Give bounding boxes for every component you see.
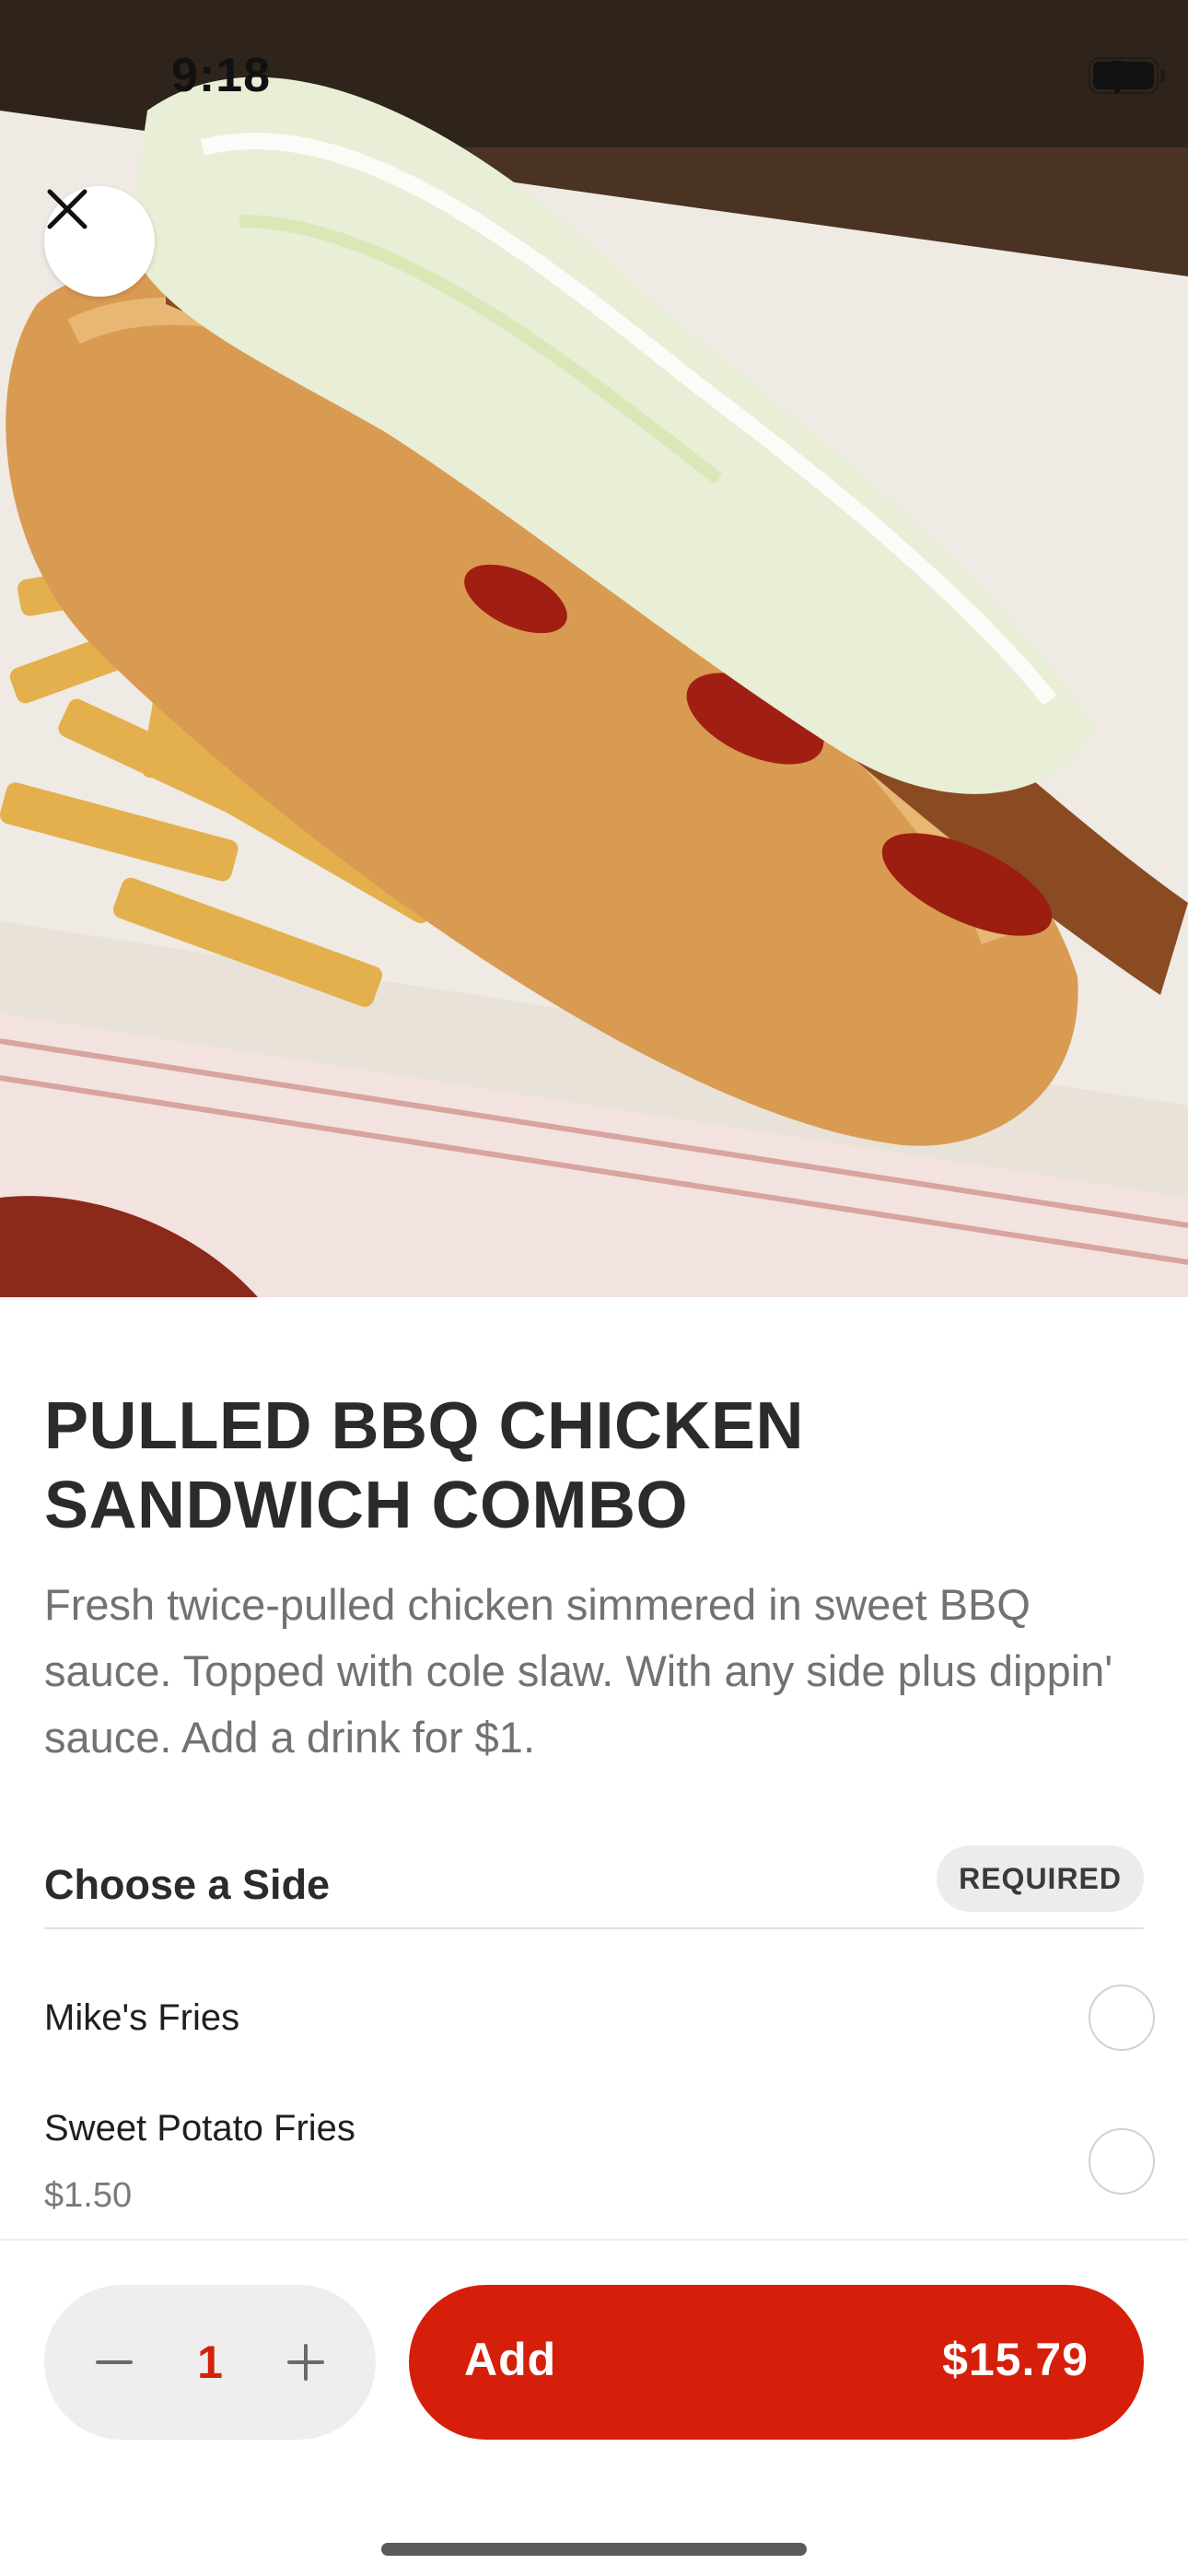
option-name: Sweet Potato Fries <box>44 2108 355 2149</box>
add-button-label: Add <box>464 2334 557 2385</box>
section-title: Choose a Side <box>44 1861 331 1908</box>
radio-button[interactable] <box>1089 2128 1155 2195</box>
side-section-header: Choose a Side REQUIRED <box>44 1843 1144 1929</box>
side-option-sweet-potato-fries[interactable]: Sweet Potato Fries $1.50 <box>44 2108 1155 2228</box>
option-name: Mike's Fries <box>44 1997 240 2038</box>
radio-button[interactable] <box>1089 1985 1155 2051</box>
add-button-price: $15.79 <box>942 2334 1089 2385</box>
status-time: 9:18 <box>171 49 272 102</box>
divider <box>0 2239 1188 2241</box>
quantity-stepper: 1 <box>44 2285 376 2440</box>
hero-image: 9:18 <box>0 0 1188 1297</box>
close-button[interactable] <box>44 186 155 297</box>
side-option-mikes-fries[interactable]: Mike's Fries <box>44 1985 1155 2071</box>
increment-button[interactable] <box>278 2335 333 2390</box>
item-description: Fresh twice-pulled chicken simmered in s… <box>44 1580 1113 1762</box>
close-icon <box>47 189 87 229</box>
required-badge: REQUIRED <box>937 1845 1144 1912</box>
food-photo-illustration <box>0 0 1188 1297</box>
home-indicator <box>381 2543 807 2556</box>
battery-icon <box>1089 57 1165 94</box>
add-to-cart-button[interactable]: Add $15.79 <box>409 2285 1144 2440</box>
option-price: $1.50 <box>44 2176 133 2215</box>
item-title: PULLED BBQ CHICKEN SANDWICH COMBO <box>44 1389 805 1542</box>
plus-icon <box>287 2344 324 2381</box>
